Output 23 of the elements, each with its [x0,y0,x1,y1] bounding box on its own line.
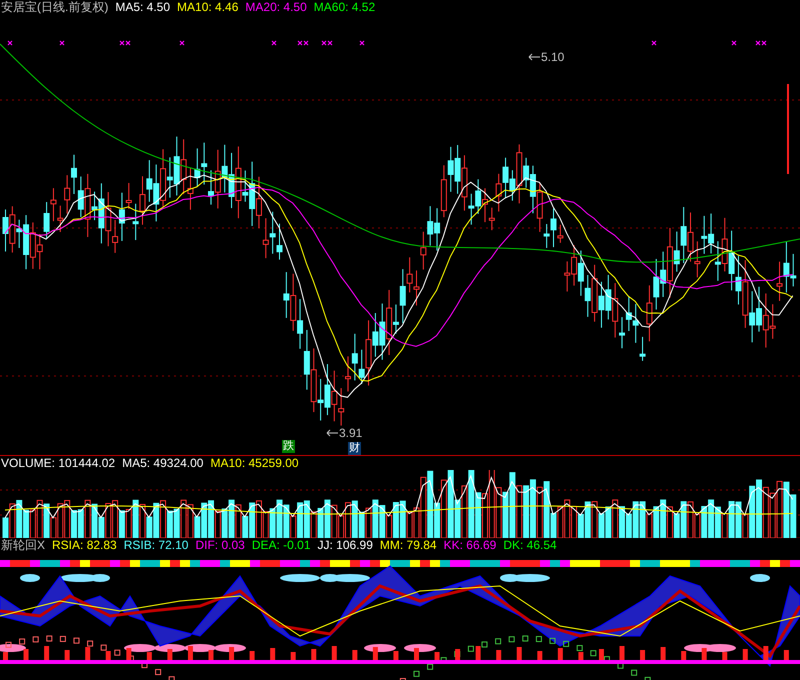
indicator-value: DK: 46.54 [503,539,557,551]
chart-title: 安居宝(日线.前复权) [1,1,108,13]
signal-badge: 财 [348,442,361,455]
indicator-value: KK: 66.69 [444,539,496,551]
indicator-value: JJ: 106.99 [318,539,373,551]
indicator-value: DEA: -0.01 [252,539,311,551]
indicator-value: DIF: 0.03 [195,539,245,551]
indicator-value: RSIB: 72.10 [124,539,188,551]
indicator-value: VOLUME: 101444.02 [1,457,116,469]
price-low-label: 3.91 [339,425,362,442]
indicator-value: MA60: 4.52 [314,1,376,13]
indicator-value: RSIA: 82.83 [52,539,117,551]
indicator-value: MA10: 4.46 [177,1,238,13]
signal-badge: 跌 [282,440,295,453]
leader-arrow-icon [528,53,540,61]
chart-title: 新轮回X [1,539,46,551]
indicator-value: MA20: 4.50 [245,1,307,13]
indicator-value: MM: 79.84 [380,539,437,551]
indicator-value: MA5: 4.50 [115,1,170,13]
indicator-value: MA10: 45259.00 [210,457,299,469]
indicator-value: MA5: 49324.00 [122,457,204,469]
price-high-label: 5.10 [541,49,564,66]
leader-arrow-icon [326,429,338,437]
